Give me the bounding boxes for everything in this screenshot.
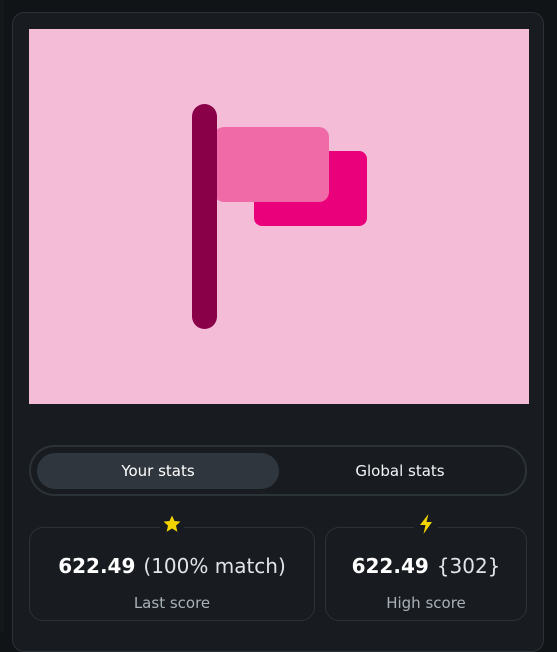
high-score-card: 622.49 {302} High score	[325, 512, 527, 621]
lightning-icon	[414, 512, 438, 536]
last-score-label: Last score	[133, 594, 211, 612]
last-score-card: 622.49 (100% match) Last score	[29, 512, 315, 621]
high-score-value-row: 622.49 {302}	[326, 554, 526, 578]
tab-global-stats[interactable]: Global stats	[279, 453, 521, 489]
high-score-label: High score	[386, 594, 466, 612]
window-edge	[0, 0, 4, 632]
stats-card: Your stats Global stats 622.49 (100% matc…	[12, 12, 544, 652]
hero-image	[29, 29, 529, 404]
last-score-value: 622.49	[58, 554, 136, 578]
high-score-value: 622.49	[351, 554, 429, 578]
tab-your-stats[interactable]: Your stats	[37, 453, 279, 489]
star-icon	[160, 512, 184, 536]
high-score-count: {302}	[436, 554, 501, 578]
stats-toggle: Your stats Global stats	[29, 445, 527, 496]
last-score-match: (100% match)	[143, 554, 286, 578]
flag-icon	[192, 104, 367, 329]
last-score-value-row: 622.49 (100% match)	[30, 554, 314, 578]
